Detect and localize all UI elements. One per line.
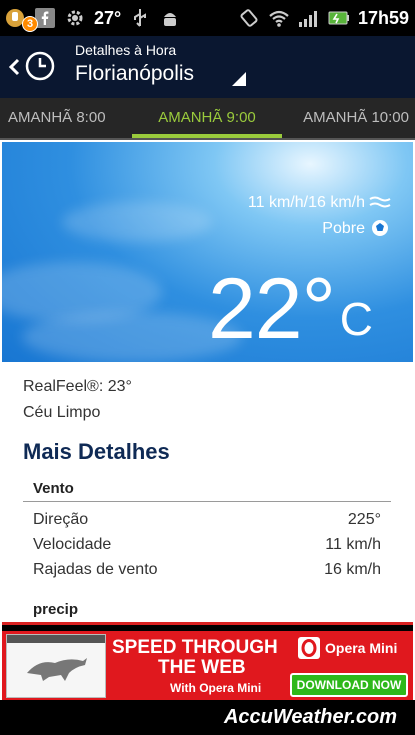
status-temperature: 27°	[94, 7, 122, 28]
ad-subtext: With Opera Mini	[170, 681, 262, 695]
tab-selected-hour[interactable]: AMANHÃ 9:00	[132, 98, 282, 138]
battery-icon	[328, 7, 350, 29]
footer: AccuWeather.com	[0, 700, 415, 735]
detail-label: Rajadas de vento	[33, 561, 158, 578]
usb-icon	[129, 7, 151, 29]
tab-next-hour[interactable]: AMANHÃ 10:00	[303, 98, 409, 138]
tab-previous-hour[interactable]: AMANHÃ 8:00	[8, 98, 106, 138]
back-chevron-icon[interactable]	[4, 52, 24, 82]
opera-logo-icon	[298, 637, 320, 659]
detail-label: Velocidade	[33, 536, 112, 553]
rotate-icon	[238, 7, 260, 29]
temperature-unit: C	[339, 293, 373, 345]
city-selector[interactable]: Florianópolis	[75, 62, 194, 86]
ad-thumbnail	[6, 634, 106, 698]
ad-brand: Opera Mini	[298, 637, 397, 659]
temperature-value: 22°	[207, 261, 336, 357]
detail-row: Rajadas de vento 16 km/h	[33, 561, 381, 579]
header-subtitle: Detalhes à Hora	[75, 42, 177, 58]
tab-indicator	[132, 134, 282, 138]
cloud-shape	[62, 202, 212, 242]
settings-cog-icon	[64, 7, 86, 29]
weather-hero: 11 km/h/16 km/h Pobre 22° C	[2, 142, 413, 362]
dropdown-corner-icon[interactable]	[232, 72, 246, 86]
detail-value: 16 km/h	[324, 561, 381, 578]
realfeel-text: RealFeel®: 23°	[23, 378, 132, 395]
wifi-icon	[268, 7, 290, 29]
detail-row: Direção 225°	[33, 511, 381, 529]
status-bar: 27° 3 17h59	[0, 0, 415, 36]
more-details-title: Mais Detalhes	[23, 439, 170, 464]
notification-badge: 3	[22, 16, 38, 32]
precip-section-title: precip	[33, 601, 79, 618]
ad-headline: SPEED THROUGH	[112, 637, 278, 658]
wind-icon	[369, 194, 391, 212]
air-quality-icon	[371, 219, 389, 237]
ad-content[interactable]: SPEED THROUGH THE WEB With Opera Mini Op…	[2, 631, 413, 701]
signal-icon	[298, 7, 320, 29]
ad-headline-line2: THE WEB	[158, 657, 246, 678]
detail-row: Velocidade 11 km/h	[33, 536, 381, 554]
air-quality: Pobre	[322, 220, 365, 237]
download-now-button[interactable]: DOWNLOAD NOW	[290, 673, 408, 697]
status-time: 17h59	[357, 7, 409, 28]
detail-value: 225°	[347, 511, 381, 528]
ad-banner[interactable]: SPEED THROUGH THE WEB With Opera Mini Op…	[2, 622, 413, 701]
detail-label: Direção	[33, 511, 89, 528]
android-debug-icon	[159, 7, 181, 29]
detail-value: 11 km/h	[325, 536, 381, 553]
wind-section-title: Vento	[33, 480, 74, 497]
hour-tabs: AMANHÃ 8:00 AMANHÃ 9:00 AMANHÃ 10:00	[0, 98, 415, 140]
condition-text: Céu Limpo	[23, 404, 101, 421]
ad-thumbnail-bar	[7, 635, 105, 643]
app-header: Detalhes à Hora Florianópolis	[0, 36, 415, 98]
accuweather-logo[interactable]: AccuWeather.com	[224, 706, 397, 729]
leaping-cat-icon	[25, 653, 89, 683]
clock-icon[interactable]	[24, 50, 56, 82]
section-divider	[23, 501, 391, 502]
ad-brand-text: Opera Mini	[325, 640, 398, 656]
wind-speed: 11 km/h/16 km/h	[247, 194, 365, 211]
